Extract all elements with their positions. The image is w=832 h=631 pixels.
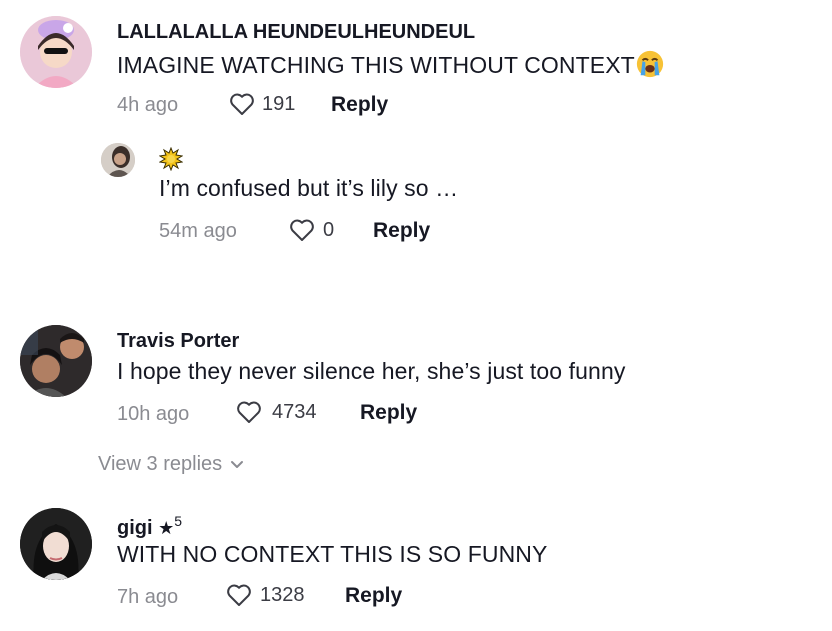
heart-icon[interactable] — [289, 218, 315, 242]
username[interactable]: Travis Porter — [117, 330, 239, 353]
avatar-image — [20, 325, 92, 397]
reply-button[interactable]: Reply — [345, 584, 402, 608]
avatar-image — [20, 508, 92, 580]
sun-sticker-icon — [159, 147, 183, 171]
comment-time: 10h ago — [117, 403, 190, 425]
avatar-image — [20, 16, 92, 88]
chevron-down-icon — [231, 460, 244, 468]
comment-text: IMAGINE WATCHING THIS WITHOUT CONTEXT — [117, 49, 665, 79]
comment-time: 54m ago — [159, 220, 237, 242]
avatar[interactable] — [20, 325, 92, 397]
comment-text: WITH NO CONTEXT THIS IS SO FUNNY — [117, 541, 548, 567]
avatar[interactable] — [20, 16, 92, 88]
like-count: 0 — [323, 219, 335, 241]
heart-icon[interactable] — [229, 92, 255, 116]
comment-text: I hope they never silence her, she’s jus… — [117, 358, 626, 384]
avatar[interactable] — [101, 143, 135, 177]
comment-text-content: IMAGINE WATCHING THIS WITHOUT CONTEXT — [117, 52, 635, 78]
star-icon: ★ — [158, 518, 175, 538]
loudly-crying-face-icon — [636, 50, 663, 78]
star-level: 5 — [174, 513, 183, 529]
view-replies-button[interactable]: View 3 replies — [98, 453, 244, 476]
like-count: 4734 — [272, 401, 317, 423]
reply-button[interactable]: Reply — [360, 401, 417, 425]
avatar-image — [101, 143, 135, 177]
comment-time: 4h ago — [117, 94, 179, 116]
username-text: gigi — [117, 517, 153, 539]
username[interactable]: LALLALALLA HEUNDEULHEUNDEUL — [117, 21, 475, 44]
avatar[interactable] — [20, 508, 92, 580]
star-badge: ★5 — [158, 513, 182, 538]
like-count: 191 — [262, 93, 296, 115]
heart-icon[interactable] — [236, 400, 262, 424]
comment-time: 7h ago — [117, 586, 179, 608]
username[interactable]: gigi ★5 — [117, 513, 182, 540]
like-count: 1328 — [260, 584, 305, 606]
heart-icon[interactable] — [226, 583, 252, 607]
view-replies-label: View 3 replies — [98, 453, 223, 475]
reply-button[interactable]: Reply — [331, 93, 388, 117]
comment-text: I’m confused but it’s lily so … — [159, 175, 459, 201]
reply-button[interactable]: Reply — [373, 219, 430, 243]
